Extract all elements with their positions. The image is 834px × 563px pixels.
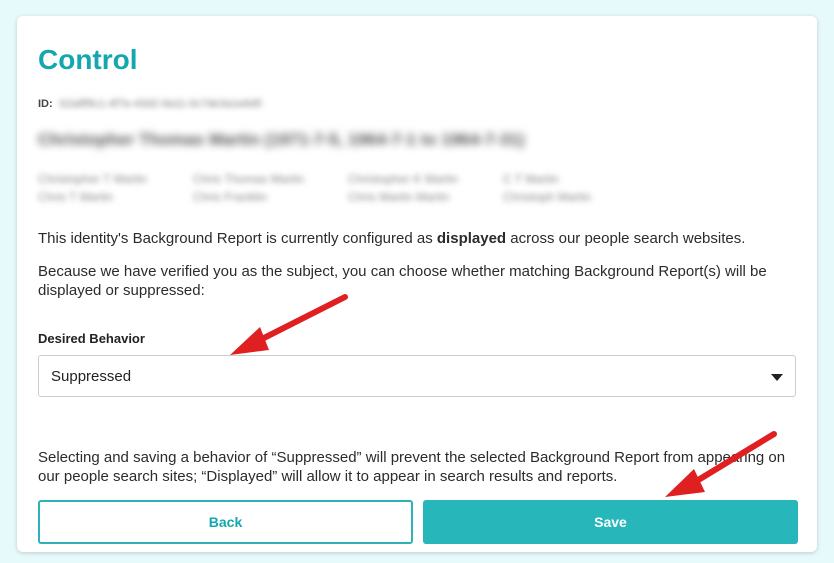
chevron-down-icon — [771, 374, 783, 381]
alias-item: Chris Martin Martin — [348, 190, 450, 204]
status-text: This identity's Background Report is cur… — [38, 229, 798, 248]
alias-item: Christopher K Martin — [348, 172, 459, 186]
desired-behavior-label: Desired Behavior — [38, 331, 145, 346]
alias-item: Christopher T Martin — [38, 172, 147, 186]
back-button[interactable]: Back — [38, 500, 413, 544]
save-button[interactable]: Save — [423, 500, 798, 544]
desired-behavior-select[interactable]: Suppressed — [38, 355, 796, 397]
id-label: ID: — [38, 98, 53, 110]
status-value: displayed — [436, 230, 507, 247]
alias-item: Chris Thomas Martin — [193, 172, 305, 186]
identity-id-row: ID: b2a8f9c1-4f7e-43d2-9a11-0c7de3a1e6d5 — [38, 98, 262, 110]
alias-list: Christopher T Martin Chris Thomas Martin… — [38, 172, 623, 204]
status-suffix: across our people search websites. — [510, 230, 746, 247]
alias-item: C T Martin — [503, 172, 559, 186]
identity-name: Christopher Thomas Martin (1971-7-5, 196… — [38, 130, 525, 149]
alias-item: Christoph Martin — [503, 190, 592, 204]
page-title: Control — [38, 44, 138, 75]
id-value: b2a8f9c1-4f7e-43d2-9a11-0c7de3a1e6d5 — [59, 98, 262, 110]
status-prefix: This identity's Background Report is cur… — [38, 230, 433, 247]
alias-item: Chris Franklin — [193, 190, 268, 204]
verified-text: Because we have verified you as the subj… — [38, 263, 767, 299]
help-text: Selecting and saving a behavior of “Supp… — [38, 449, 786, 485]
alias-item: Chris T Martin — [38, 190, 113, 204]
control-card: Control ID: b2a8f9c1-4f7e-43d2-9a11-0c7d… — [17, 16, 817, 552]
select-value: Suppressed — [51, 368, 132, 385]
